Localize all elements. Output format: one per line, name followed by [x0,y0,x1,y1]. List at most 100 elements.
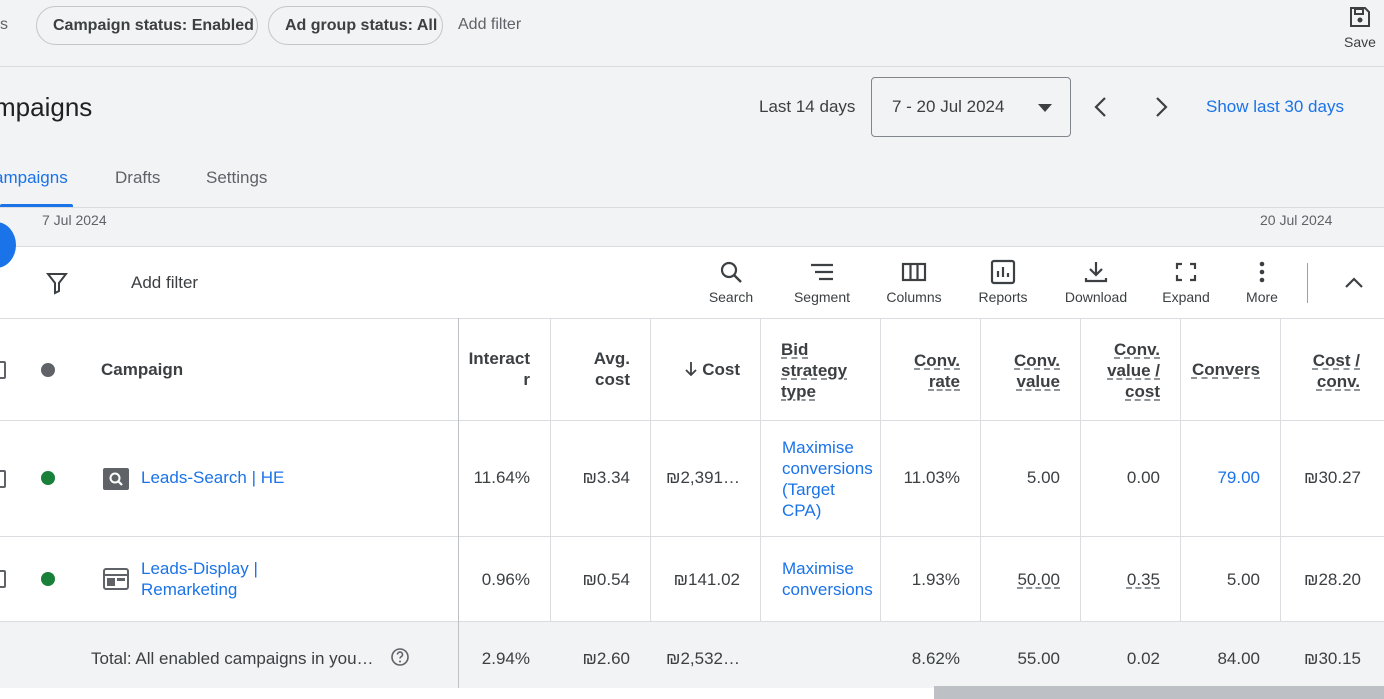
select-all-checkbox[interactable] [0,361,6,379]
chart-axis-end: 20 Jul 2024 [1260,212,1333,228]
total-conv-value: 55.00 [1017,649,1060,668]
cell-cost-per-conv: ₪30.27 [1304,468,1361,487]
segment-button[interactable]: Segment [789,259,855,305]
add-filter-link[interactable]: Add filter [458,16,521,34]
header-campaign[interactable]: Campaign [101,359,183,380]
collapse-chevron-up-icon[interactable] [1344,275,1364,289]
more-vert-icon [1259,261,1265,283]
reports-button[interactable]: Reports [974,259,1032,305]
frozen-column-divider [458,622,459,688]
total-cost: ₪2,532… [666,649,740,668]
campaign-link[interactable]: Leads-Display | Remarketing [141,558,258,600]
save-button[interactable]: Save [1338,4,1382,50]
search-icon [720,261,742,283]
header-text: Conv. [1014,351,1060,370]
display-campaign-icon [103,568,129,590]
header-text: Cost / [1312,351,1360,370]
expand-button[interactable]: Expand [1159,259,1213,305]
total-conv-value-cost: 0.02 [1126,649,1160,668]
cell-conv-rate: 1.93% [911,570,960,589]
cell-cost: ₪2,391… [666,468,740,487]
search-button[interactable]: Search [705,259,757,305]
download-icon [1084,262,1108,283]
header-cost-per-conv[interactable]: Cost / conv. [1290,350,1360,392]
table-add-filter[interactable]: Add filter [131,273,198,293]
header-text: Conv. [1114,340,1160,359]
save-label: Save [1344,34,1376,50]
caret-down-icon [1038,104,1052,112]
filter-funnel-icon[interactable] [46,271,68,295]
cell-conv-value-cost: 0.00 [1126,468,1160,487]
bid-strategy-text: CPA) [782,501,822,520]
bid-strategy-link[interactable]: Maximise conversions [782,558,873,600]
total-cost-per-conv: ₪30.15 [1304,649,1361,668]
columns-button[interactable]: Columns [882,259,946,305]
show-last-30-days-link[interactable]: Show last 30 days [1206,97,1344,117]
header-interaction-rate[interactable]: Interact r [462,348,530,390]
tab-settings[interactable]: Settings [206,168,267,188]
campaign-link-text: Leads-Display | [141,559,258,578]
campaign-link-text: Remarketing [141,580,238,599]
columns-label: Columns [886,289,942,305]
help-icon[interactable] [390,647,410,667]
tabs-divider [0,207,1384,208]
campaign-link[interactable]: Leads-Search | HE [141,468,284,488]
header-text: strategy [781,361,848,380]
header-conversions[interactable]: Convers [1190,359,1260,380]
header-text: cost [1125,382,1160,401]
cell-conv-value: 50.00 [990,570,1060,590]
tab-drafts[interactable]: Drafts [115,168,160,188]
cell-conversions: 5.00 [1226,570,1260,589]
bid-strategy-text: Maximise [782,438,854,457]
conv-value-text: 50.00 [1017,570,1060,589]
filter-partial-label: s [0,16,8,33]
header-conv-value-cost[interactable]: Conv. value / cost [1090,339,1160,402]
cell-cost-per-conv: ₪28.20 [1304,570,1361,589]
chevron-right-icon[interactable] [1151,96,1171,118]
header-avg-cost[interactable]: Avg. cost [560,348,630,390]
total-label: Total: All enabled campaigns in you… [91,649,374,668]
columns-icon [901,262,927,282]
header-text: Convers [1191,360,1260,379]
bid-strategy-link[interactable]: Maximise conversions (Target CPA) [782,437,873,521]
total-row: Total: All enabled campaigns in you… 2.9… [0,622,1384,688]
tab-campaigns[interactable]: ampaigns [0,168,68,188]
save-icon [1350,7,1370,27]
campaigns-table-panel: Add filter Search Segment Columns Report… [0,246,1384,699]
row-checkbox[interactable] [0,470,6,488]
header-text: value / [1107,361,1160,380]
bid-strategy-text: conversions [782,459,873,478]
table-header-bottom-border [0,420,1384,421]
filter-chip-ad-group-status[interactable]: Ad group status: All [268,6,443,45]
total-avg-cost: ₪2.60 [582,649,630,668]
more-button[interactable]: More [1242,259,1282,305]
search-campaign-icon [103,468,129,490]
download-button[interactable]: Download [1060,259,1132,305]
date-range-picker[interactable]: 7 - 20 Jul 2024 [871,77,1071,137]
reports-icon [990,259,1016,285]
toolbar-divider [1307,263,1308,303]
header-text: r [523,370,530,389]
header-text: Conv. [914,351,960,370]
download-label: Download [1064,289,1128,305]
header-conv-rate[interactable]: Conv. rate [890,350,960,392]
header-cost[interactable]: Cost [660,359,740,380]
date-range-value: 7 - 20 Jul 2024 [892,97,1005,116]
header-text: Cost [702,360,740,379]
row-checkbox[interactable] [0,570,6,588]
header-bid-strategy-type[interactable]: Bid strategy type [781,339,847,402]
total-interaction-rate: 2.94% [481,649,530,668]
bid-strategy-text: conversions [782,580,873,599]
expand-label: Expand [1162,289,1210,305]
arrow-down-icon [685,362,697,377]
cell-avg-cost: ₪0.54 [582,570,630,589]
period-label: Last 14 days [759,97,856,116]
filter-bar: s Campaign status: Enabled Ad group stat… [0,0,1384,67]
cell-conversions-link[interactable]: 79.00 [1190,468,1260,488]
horizontal-scrollbar-thumb[interactable] [934,686,1384,699]
filter-chip-campaign-status[interactable]: Campaign status: Enabled [36,6,258,45]
cell-interaction-rate: 0.96% [481,570,530,589]
header-conv-value[interactable]: Conv. value [990,350,1060,392]
table-header-top-border [0,318,1384,319]
chevron-left-icon[interactable] [1091,96,1111,118]
